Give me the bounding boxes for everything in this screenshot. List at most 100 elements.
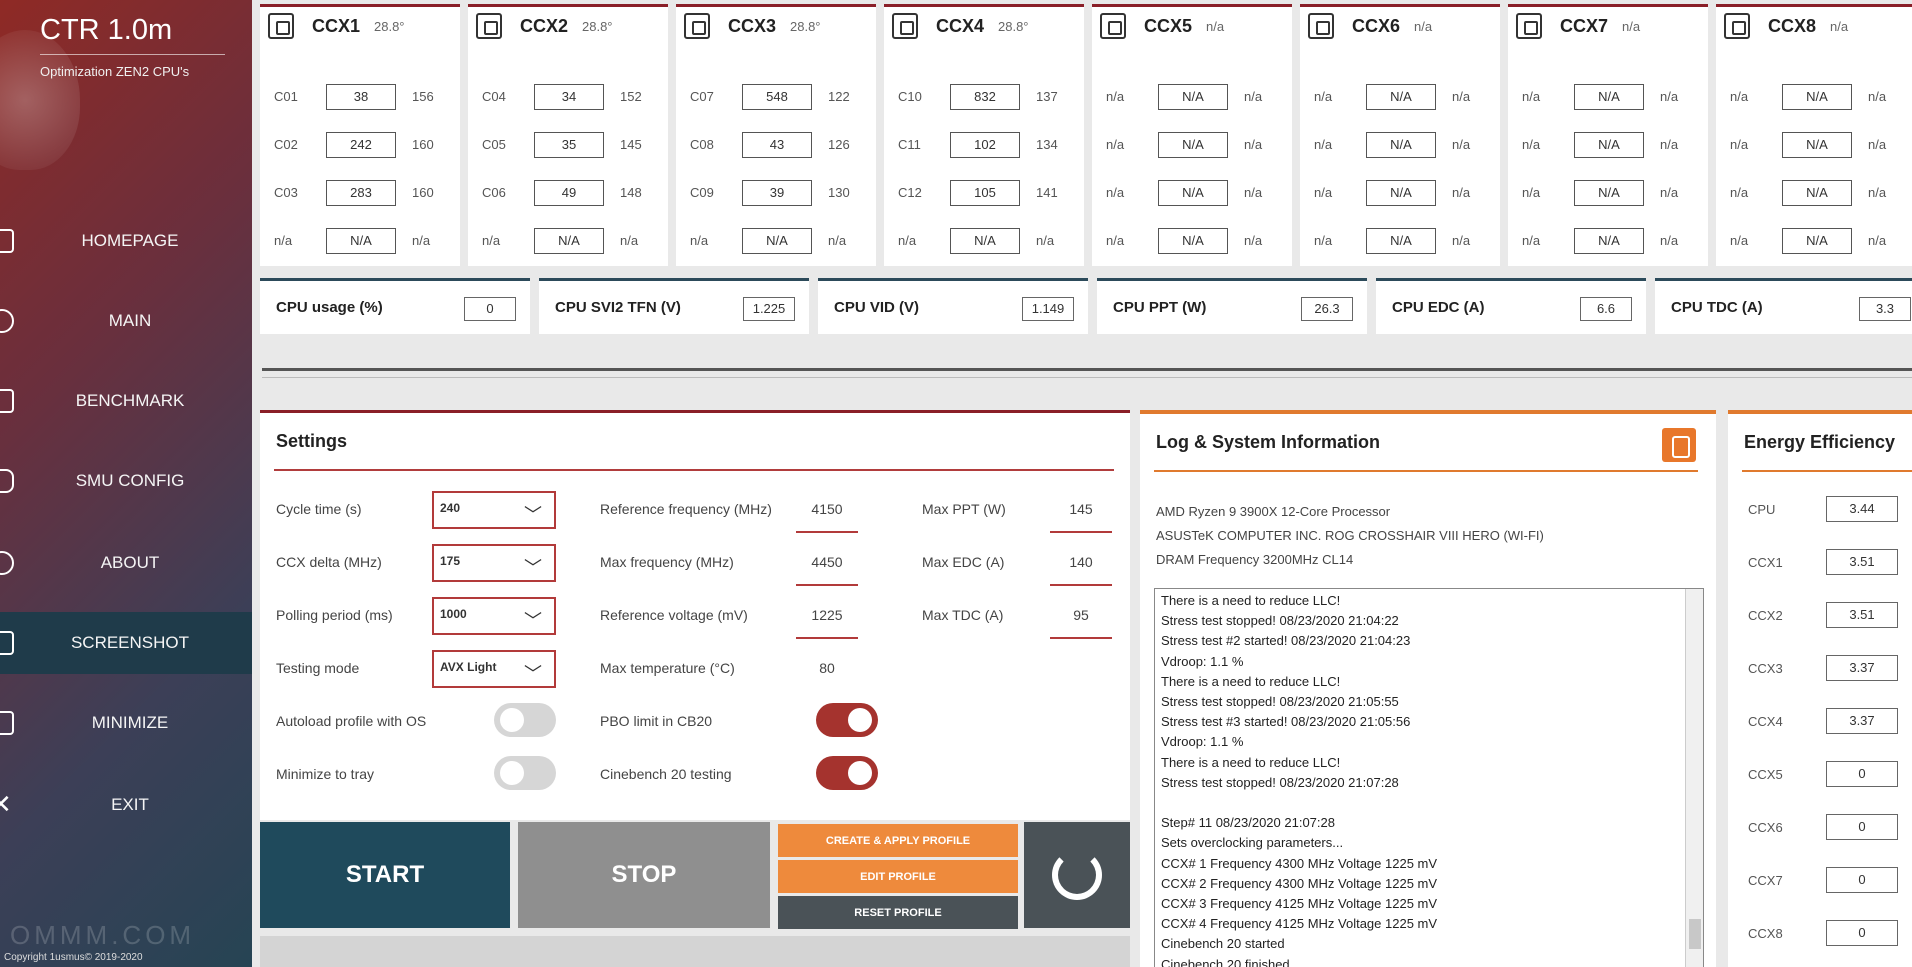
nav-label: MAIN xyxy=(108,311,152,330)
log-line: Stress test stopped! 08/23/2020 21:05:55 xyxy=(1161,694,1399,709)
refresh-button[interactable] xyxy=(1024,822,1130,928)
log-textbox[interactable]: There is a need to reduce LLC! Stress tes… xyxy=(1154,588,1704,967)
core-max: n/a xyxy=(1868,185,1887,200)
start-button[interactable]: START xyxy=(260,822,510,928)
ccx-temp: 28.8° xyxy=(582,18,613,34)
core-row: C09 39 130 xyxy=(676,177,876,209)
energy-panel: Energy Efficiency CPU 3.44 CCX1 3.51 CCX2 3.5… xyxy=(1728,410,1912,967)
core-value-box: N/A xyxy=(1366,228,1436,254)
ref-volt-input[interactable]: 1225 xyxy=(796,607,858,639)
cinebench-toggle[interactable] xyxy=(816,756,878,790)
ref-freq-input[interactable]: 4150 xyxy=(796,501,858,533)
ccx-name: CCX2 xyxy=(520,15,569,36)
edit-profile-button[interactable]: EDIT PROFILE xyxy=(778,860,1018,893)
core-row: C06 49 148 xyxy=(468,177,668,209)
core-row: n/a N/A n/a xyxy=(676,225,876,257)
cpu-chip-icon xyxy=(892,13,918,39)
max-freq-input[interactable]: 4450 xyxy=(796,554,858,586)
ccx-temp: n/a xyxy=(1206,18,1225,34)
ccx-header: CCX7 n/a xyxy=(1508,7,1708,45)
core-value-box: N/A xyxy=(742,228,812,254)
max-temp-input[interactable]: 80 xyxy=(796,660,858,690)
nav-minimize[interactable]: MINIMIZE xyxy=(0,692,252,754)
core-id: C08 xyxy=(690,137,714,152)
core-max: 160 xyxy=(412,185,434,200)
core-max: n/a xyxy=(1660,89,1679,104)
ccx-panel: CCX4 28.8° C10 832 137 C11 102 134 C12 105 141 n/a N… xyxy=(884,4,1084,266)
max-edc-input[interactable]: 140 xyxy=(1050,554,1112,586)
info-icon xyxy=(0,551,14,575)
core-id: C04 xyxy=(482,89,506,104)
nav-label: MINIMIZE xyxy=(91,713,169,732)
watermark: OMMM.COM xyxy=(10,920,196,950)
core-row: C03 283 160 xyxy=(260,177,460,209)
ccx-name: CCX4 xyxy=(936,15,985,36)
toggle-knob xyxy=(500,708,524,732)
nav-about[interactable]: ABOUT xyxy=(0,532,252,594)
minimize-tray-label: Minimize to tray xyxy=(276,766,375,782)
max-tdc-input[interactable]: 95 xyxy=(1050,607,1112,639)
log-scrollbar[interactable] xyxy=(1685,589,1703,967)
ref-volt-label: Reference voltage (mV) xyxy=(600,607,748,623)
core-row: C01 38 156 xyxy=(260,81,460,113)
nav-exit[interactable]: ✕ EXIT xyxy=(0,774,252,836)
core-value-box: 35 xyxy=(534,132,604,158)
core-id: n/a xyxy=(274,233,293,248)
ccx-header: CCX5 n/a xyxy=(1092,7,1292,45)
ccx-delta-select[interactable]: 175 ﹀ xyxy=(432,544,556,582)
minimize-tray-toggle[interactable] xyxy=(494,756,556,790)
separator xyxy=(262,368,1912,371)
core-value-box: N/A xyxy=(1366,132,1436,158)
ccx-temp: 28.8° xyxy=(374,18,405,34)
energy-value-box: 0 xyxy=(1826,761,1898,787)
reset-profile-button[interactable]: RESET PROFILE xyxy=(778,896,1018,929)
core-id: n/a xyxy=(1314,233,1333,248)
toggle-knob xyxy=(848,761,872,785)
ccx-header: CCX2 28.8° xyxy=(468,7,668,45)
nav-smu-config[interactable]: SMU CONFIG xyxy=(0,450,252,512)
testing-mode-select[interactable]: AVX Light ﹀ xyxy=(432,650,556,688)
core-id: C03 xyxy=(274,185,298,200)
ccx-delta-label: CCX delta (MHz) xyxy=(276,554,382,570)
create-apply-profile-button[interactable]: CREATE & APPLY PROFILE xyxy=(778,824,1018,857)
clipboard-icon[interactable] xyxy=(1662,428,1696,462)
pbo-limit-toggle[interactable] xyxy=(816,703,878,737)
select-value: 1000 xyxy=(440,607,467,621)
scroll-thumb[interactable] xyxy=(1689,919,1701,949)
nav-main[interactable]: MAIN xyxy=(0,290,252,352)
core-max: n/a xyxy=(1452,233,1471,248)
log-line: CCX# 4 Frequency 4125 MHz Voltage 1225 m… xyxy=(1161,916,1438,932)
pbo-limit-label: PBO limit in CB20 xyxy=(600,713,713,729)
ccx-header: CCX1 28.8° xyxy=(260,7,460,45)
dram-info: DRAM Frequency 3200MHz CL14 xyxy=(1156,552,1354,567)
nav-homepage[interactable]: HOMEPAGE xyxy=(0,210,252,272)
energy-value-box: 0 xyxy=(1826,814,1898,840)
ccx-temp: 28.8° xyxy=(790,18,821,34)
max-ppt-input[interactable]: 145 xyxy=(1050,501,1112,533)
chevron-down-icon: ﹀ xyxy=(524,505,542,525)
core-id: C06 xyxy=(482,185,506,200)
energy-value-box: 3.51 xyxy=(1826,602,1898,628)
nav-benchmark[interactable]: BENCHMARK xyxy=(0,370,252,432)
energy-label: CCX1 xyxy=(1748,555,1783,570)
core-max: 134 xyxy=(1036,137,1058,152)
polling-select[interactable]: 1000 ﹀ xyxy=(432,597,556,635)
core-value-box: 39 xyxy=(742,180,812,206)
core-max: 130 xyxy=(828,185,850,200)
panel-title: Energy Efficiency xyxy=(1744,432,1896,452)
core-max: 145 xyxy=(620,137,642,152)
core-max: 141 xyxy=(1036,185,1058,200)
core-value-box: N/A xyxy=(326,228,396,254)
core-row: n/a N/A n/a xyxy=(1716,177,1912,209)
panel-title: Log & System Information xyxy=(1156,432,1381,452)
cycle-time-select[interactable]: 240 ﹀ xyxy=(432,491,556,529)
autoload-toggle[interactable] xyxy=(494,703,556,737)
stop-button[interactable]: STOP xyxy=(518,822,770,928)
max-freq-label: Max frequency (MHz) xyxy=(600,554,734,570)
energy-value-box: 3.44 xyxy=(1826,496,1898,522)
core-row: C10 832 137 xyxy=(884,81,1084,113)
nav-screenshot[interactable]: SCREENSHOT xyxy=(0,612,252,674)
core-value-box: N/A xyxy=(1782,228,1852,254)
core-id: C11 xyxy=(898,137,921,152)
ccx-temp: n/a xyxy=(1622,18,1641,34)
